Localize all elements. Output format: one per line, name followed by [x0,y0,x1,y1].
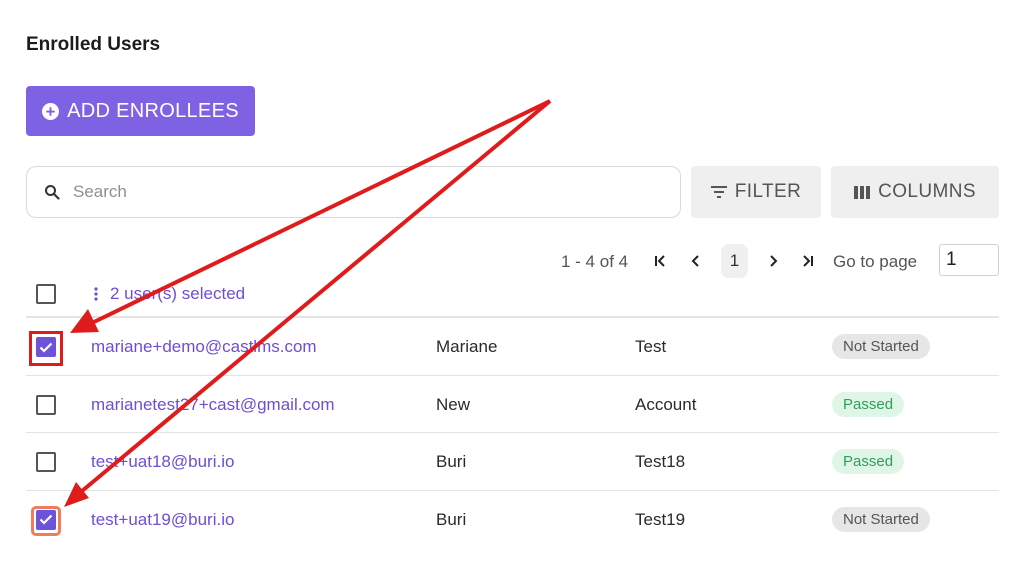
annotation-highlight-box [29,331,63,366]
search-box[interactable] [26,166,681,218]
last-name-cell: Test18 [635,452,686,471]
table-row: test+uat19@buri.io Buri Test19 Not Start… [26,491,999,549]
first-name-cell: Buri [436,452,467,471]
first-page-icon [655,255,665,267]
select-all-checkbox[interactable] [36,284,56,304]
table-header-row: 2 user(s) selected [26,268,999,318]
user-email-link[interactable]: test+uat18@buri.io [91,452,234,472]
table-row: marianetest27+cast@gmail.com New Account… [26,376,999,433]
first-name-cell: New [436,394,471,414]
user-email-link[interactable]: test+uat19@buri.io [91,510,234,530]
search-input[interactable] [73,182,633,202]
table-row: test+uat18@buri.io Buri Test18 Passed [26,433,999,491]
status-badge: Not Started [832,334,930,359]
columns-label: COLUMNS [878,181,976,202]
users-table: 2 user(s) selected mariane+demo@castlms.… [26,268,999,548]
status-badge: Passed [832,449,905,474]
last-name-cell: Account [635,394,697,414]
selected-count-label: 2 user(s) selected [110,284,246,303]
page-title: Enrolled Users [26,34,161,55]
plus-circle-icon [42,102,60,120]
last-page-icon [803,255,813,267]
annotation-highlight-box [31,506,61,536]
status-badge: Passed [832,391,905,417]
filter-button[interactable]: FILTER [691,166,821,218]
status-badge: Not Started [832,506,930,532]
last-name-cell: Test19 [635,509,686,529]
user-email-link[interactable]: mariane+demo@castlms.com [91,337,317,357]
chevron-right-icon [770,255,778,267]
add-enrollees-button[interactable]: ADD ENROLLEES [26,86,255,136]
more-vertical-icon [94,287,98,301]
user-email-link[interactable]: marianetest27+cast@gmail.com [91,395,335,415]
last-name-cell: Test [635,337,667,356]
table-row: mariane+demo@castlms.com Mariane Test No… [26,318,999,376]
search-icon [45,185,60,200]
columns-button[interactable]: COLUMNS [831,166,999,218]
columns-icon [854,185,871,199]
row-checkbox[interactable] [36,394,56,415]
add-enrollees-label: ADD ENROLLEES [67,99,239,122]
row-checkbox[interactable] [36,452,56,472]
first-name-cell: Buri [436,509,467,529]
first-name-cell: Mariane [436,337,498,356]
filter-label: FILTER [734,181,802,202]
selection-actions[interactable]: 2 user(s) selected [94,284,245,304]
chevron-left-icon [691,255,699,267]
filter-lines-icon [710,186,727,198]
